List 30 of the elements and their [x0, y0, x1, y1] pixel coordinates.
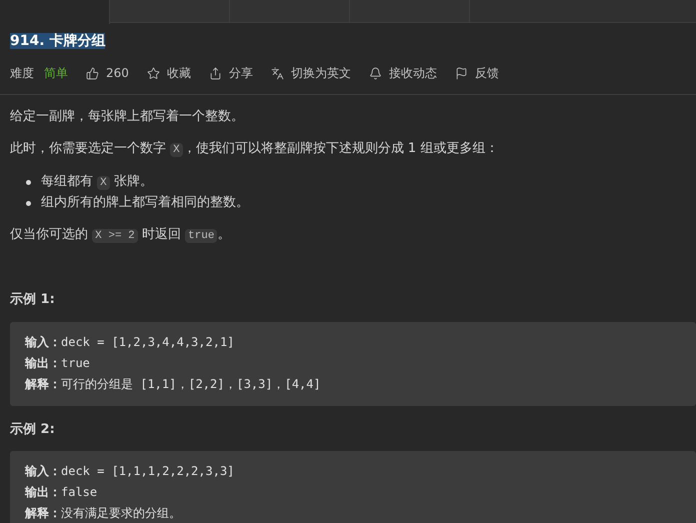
problem-title: 914. 卡牌分组	[10, 33, 106, 49]
example-line: 输出：true	[25, 354, 91, 372]
like-button[interactable]: 260	[86, 64, 129, 82]
like-icon	[86, 66, 99, 80]
flag-icon	[454, 66, 468, 80]
bullet-text: 每组都有 X 张牌。	[41, 173, 153, 192]
bullet-icon	[26, 180, 31, 185]
bullet-icon	[26, 200, 31, 206]
example-heading: 示例 2:	[10, 420, 56, 438]
example-line: 解释：可行的分组是 [1,1]，[2,2]，[3,3]，[4,4]	[25, 376, 322, 392]
difficulty-label: 难度	[10, 65, 34, 82]
bell-button[interactable]: 接收动态	[368, 64, 437, 82]
example-line: 解释：没有满足要求的分组。	[25, 505, 182, 522]
description-paragraph: 仅当你可选的 X >= 2 时返回 true 。	[10, 226, 232, 245]
star-icon	[146, 66, 160, 80]
bullet-text: 组内所有的牌上都写着相同的整数。	[41, 194, 249, 212]
description-paragraph: 给定一副牌，每张牌上都写着一个整数。	[10, 108, 245, 126]
bell-icon	[368, 66, 382, 80]
star-button[interactable]: 收藏	[146, 64, 191, 82]
example-heading: 示例 1:	[10, 291, 56, 309]
description-paragraph: 此时，你需要选定一个数字 X ，使我们可以将整副牌按下述规则分成 1 组或更多组：	[10, 140, 500, 159]
share-button[interactable]: 分享	[208, 64, 253, 82]
translate-icon	[270, 66, 284, 80]
share-icon	[208, 66, 222, 80]
translate-button[interactable]: 切换为英文	[270, 64, 351, 82]
example-line: 输入：deck = [1,2,3,4,4,3,2,1]	[25, 334, 236, 350]
example-line: 输入：deck = [1,1,1,2,2,2,3,3]	[25, 463, 236, 480]
difficulty-value: 简单	[44, 65, 68, 82]
flag-button[interactable]: 反馈	[454, 64, 499, 82]
example-line: 输出：false	[25, 484, 98, 501]
